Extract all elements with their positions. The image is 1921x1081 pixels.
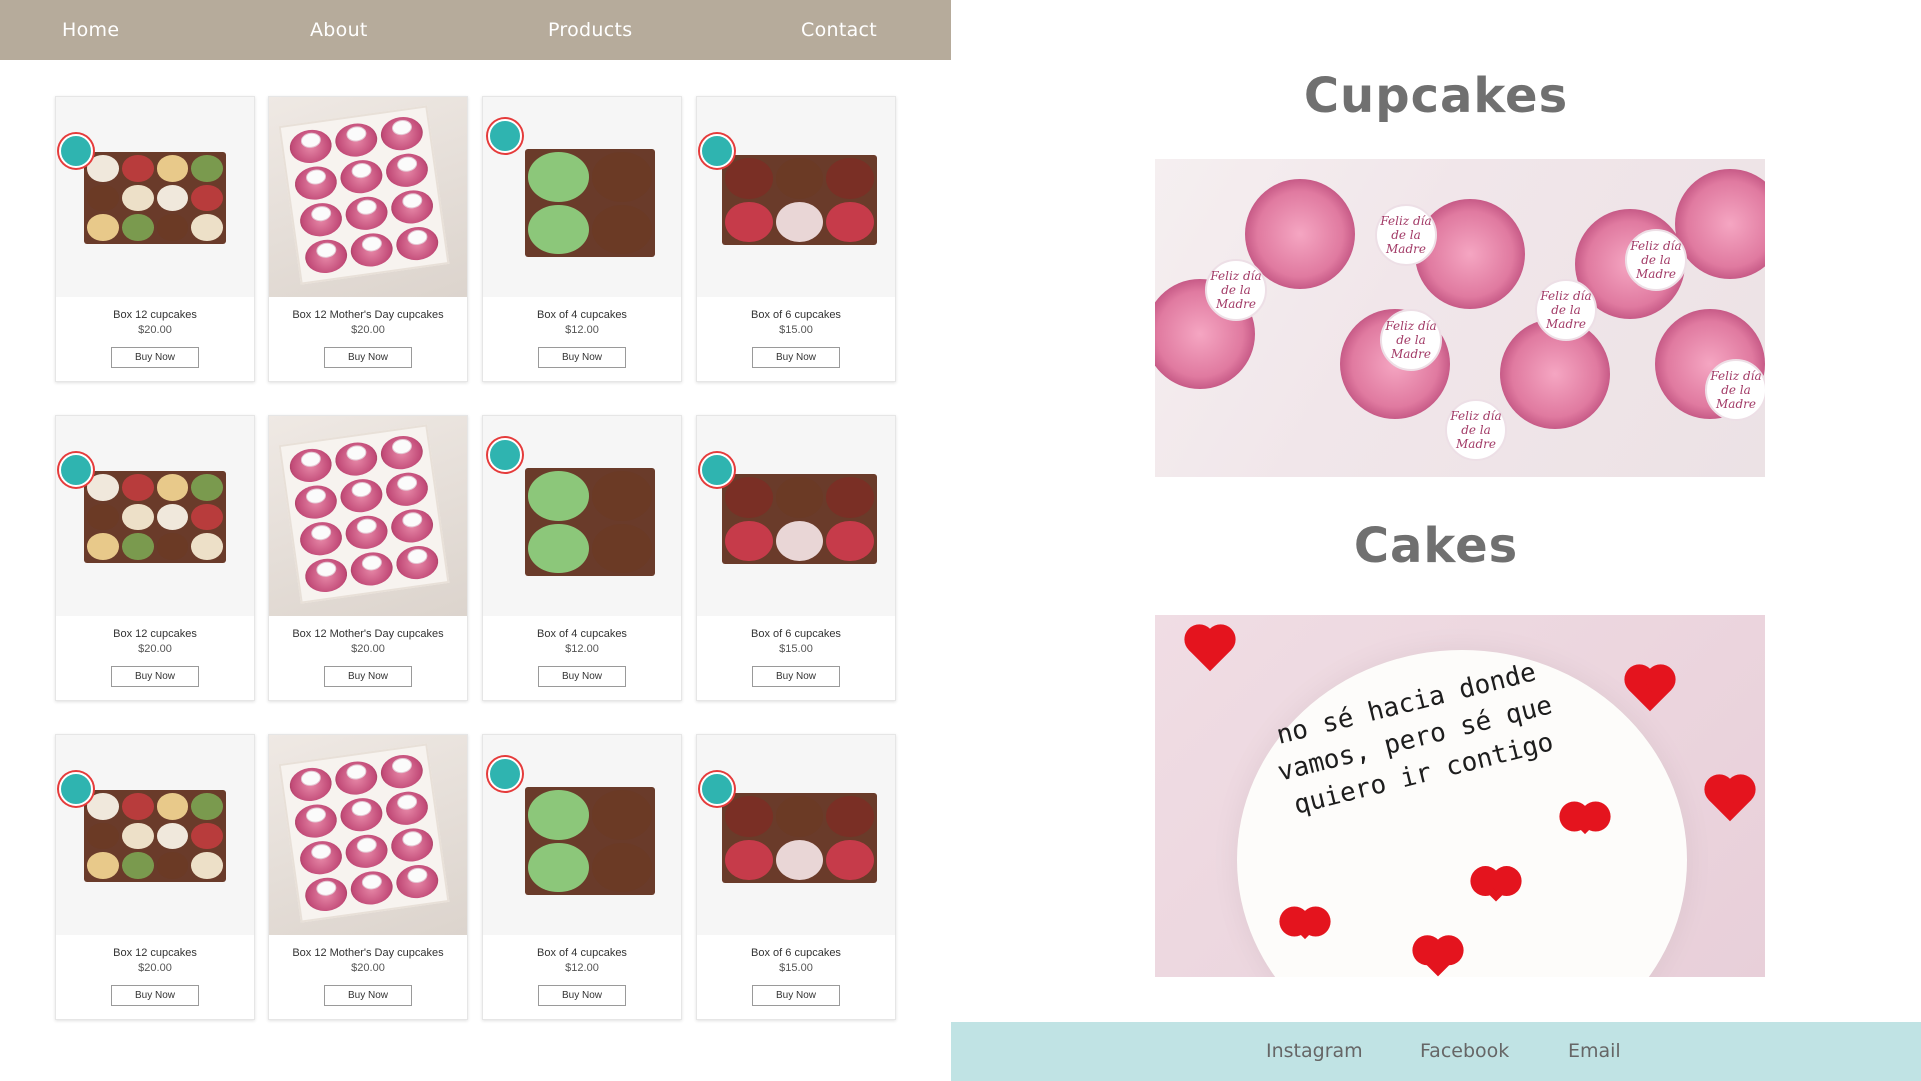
product-card[interactable]: Box of 4 cupcakes $12.00 Buy Now (482, 734, 682, 1020)
product-image[interactable] (269, 416, 467, 616)
buy-now-button[interactable]: Buy Now (538, 985, 626, 1006)
product-image[interactable] (697, 416, 895, 616)
product-image[interactable] (483, 97, 681, 297)
product-card[interactable]: Box 12 Mother's Day cupcakes $20.00 Buy No… (268, 734, 468, 1020)
product-title[interactable]: Box 12 Mother's Day cupcakes (269, 309, 467, 321)
product-image[interactable] (56, 416, 254, 616)
product-card[interactable]: Box 12 Mother's Day cupcakes $20.00 Buy No… (268, 415, 468, 701)
product-price: $15.00 (779, 962, 813, 974)
brand-logo-badge (59, 453, 93, 487)
brand-logo-badge (488, 438, 522, 472)
nav-home[interactable]: Home (62, 0, 119, 60)
buy-now-button[interactable]: Buy Now (324, 985, 412, 1006)
cupcake-tag: Feliz día de la Madre (1535, 279, 1597, 341)
product-card[interactable]: Box 12 cupcakes $20.00 Buy Now (55, 96, 255, 382)
product-price: $20.00 (351, 324, 385, 336)
product-image[interactable] (269, 97, 467, 297)
product-image[interactable] (697, 735, 895, 935)
product-title[interactable]: Box 12 Mother's Day cupcakes (269, 628, 467, 640)
product-title[interactable]: Box of 4 cupcakes (483, 947, 681, 959)
product-card[interactable]: Box of 6 cupcakes $15.00 Buy Now (696, 415, 896, 701)
product-card[interactable]: Box of 6 cupcakes $15.00 Buy Now (696, 96, 896, 382)
product-title[interactable]: Box 12 cupcakes (56, 309, 254, 321)
product-card[interactable]: Box of 6 cupcakes $15.00 Buy Now (696, 734, 896, 1020)
footer-facebook-link[interactable]: Facebook (1420, 1022, 1509, 1081)
buy-now-button[interactable]: Buy Now (752, 985, 840, 1006)
product-card[interactable]: Box 12 cupcakes $20.00 Buy Now (55, 734, 255, 1020)
brand-logo-badge (700, 453, 734, 487)
brand-logo-badge (488, 119, 522, 153)
buy-now-button[interactable]: Buy Now (111, 985, 199, 1006)
footer-instagram-link[interactable]: Instagram (1266, 1022, 1363, 1081)
product-image[interactable] (483, 735, 681, 935)
product-price: $20.00 (138, 324, 172, 336)
buy-now-button[interactable]: Buy Now (752, 666, 840, 687)
product-price: $15.00 (779, 643, 813, 655)
product-card[interactable]: Box 12 cupcakes $20.00 Buy Now (55, 415, 255, 701)
cupcake-tag: Feliz día de la Madre (1625, 229, 1687, 291)
cupcakes-photo: Feliz día de la Madre Feliz día de la Ma… (1155, 159, 1765, 477)
nav-products[interactable]: Products (548, 0, 632, 60)
cupcakes-heading: Cupcakes (1303, 68, 1569, 124)
product-card[interactable]: Box 12 Mother's Day cupcakes $20.00 Buy No… (268, 96, 468, 382)
buy-now-button[interactable]: Buy Now (752, 347, 840, 368)
buy-now-button[interactable]: Buy Now (324, 666, 412, 687)
product-image[interactable] (483, 416, 681, 616)
product-price: $20.00 (351, 643, 385, 655)
product-card[interactable]: Box of 4 cupcakes $12.00 Buy Now (482, 415, 682, 701)
product-price: $12.00 (565, 962, 599, 974)
brand-logo-badge (700, 772, 734, 806)
product-price: $20.00 (138, 962, 172, 974)
brand-logo-badge (59, 772, 93, 806)
cupcake-tag: Feliz día de la Madre (1375, 204, 1437, 266)
cupcake-tag: Feliz día de la Madre (1445, 399, 1507, 461)
product-card[interactable]: Box of 4 cupcakes $12.00 Buy Now (482, 96, 682, 382)
brand-logo-badge (488, 757, 522, 791)
cakes-heading: Cakes (1353, 518, 1519, 574)
footer-email-link[interactable]: Email (1568, 1022, 1621, 1081)
product-title[interactable]: Box of 6 cupcakes (697, 947, 895, 959)
product-image[interactable] (56, 97, 254, 297)
product-image[interactable] (697, 97, 895, 297)
product-price: $20.00 (351, 962, 385, 974)
product-title[interactable]: Box 12 Mother's Day cupcakes (269, 947, 467, 959)
product-title[interactable]: Box of 4 cupcakes (483, 309, 681, 321)
brand-logo-badge (59, 134, 93, 168)
product-title[interactable]: Box of 6 cupcakes (697, 628, 895, 640)
product-price: $20.00 (138, 643, 172, 655)
cupcake-tag: Feliz día de la Madre (1205, 259, 1267, 321)
footer: Instagram Facebook Email (951, 1022, 1921, 1081)
product-title[interactable]: Box of 4 cupcakes (483, 628, 681, 640)
nav-contact[interactable]: Contact (801, 0, 877, 60)
buy-now-button[interactable]: Buy Now (111, 347, 199, 368)
buy-now-button[interactable]: Buy Now (538, 347, 626, 368)
product-title[interactable]: Box of 6 cupcakes (697, 309, 895, 321)
cake-photo: no sé hacia donde vamos, pero sé que qui… (1155, 615, 1765, 977)
buy-now-button[interactable]: Buy Now (111, 666, 199, 687)
product-price: $15.00 (779, 324, 813, 336)
product-title[interactable]: Box 12 cupcakes (56, 947, 254, 959)
product-price: $12.00 (565, 324, 599, 336)
nav-about[interactable]: About (310, 0, 368, 60)
product-title[interactable]: Box 12 cupcakes (56, 628, 254, 640)
buy-now-button[interactable]: Buy Now (538, 666, 626, 687)
product-price: $12.00 (565, 643, 599, 655)
buy-now-button[interactable]: Buy Now (324, 347, 412, 368)
top-nav: Home About Products Contact (0, 0, 951, 60)
product-image[interactable] (56, 735, 254, 935)
cupcake-tag: Feliz día de la Madre (1380, 309, 1442, 371)
product-image[interactable] (269, 735, 467, 935)
cupcake-tag: Feliz día de la Madre (1705, 359, 1765, 421)
brand-logo-badge (700, 134, 734, 168)
